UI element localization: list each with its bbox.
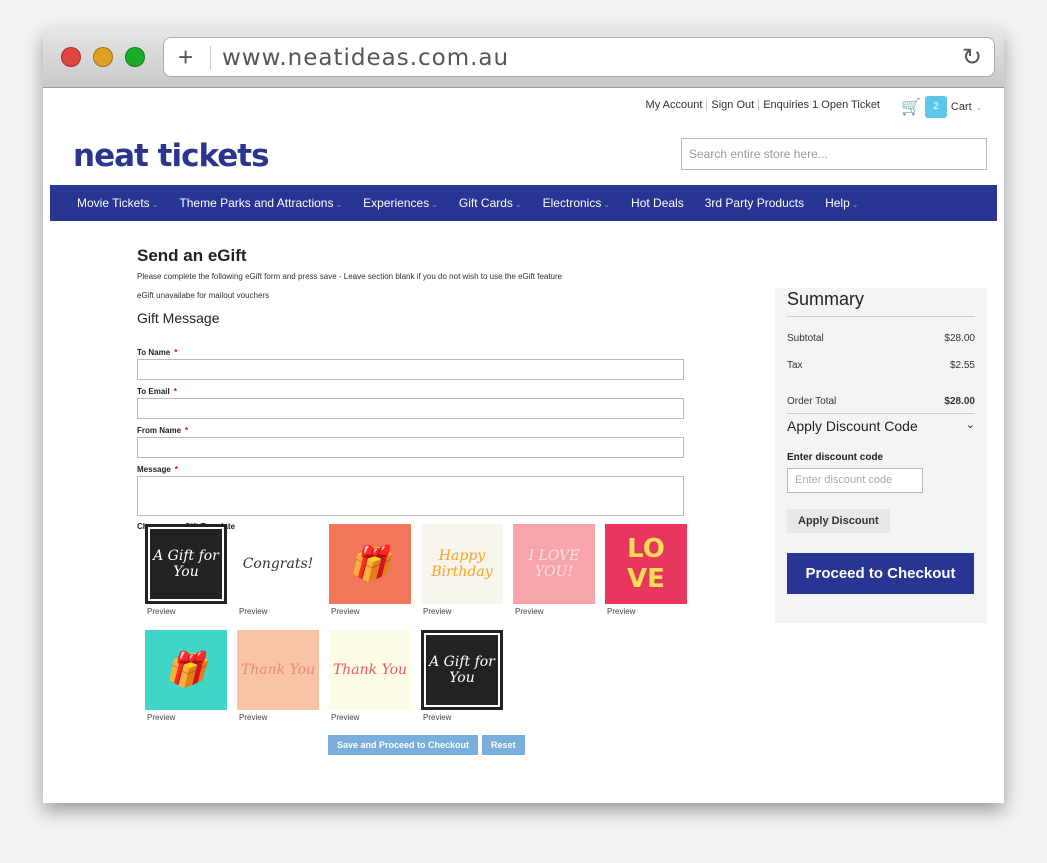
save-and-checkout-button[interactable]: Save and Proceed to Checkout: [328, 735, 479, 755]
preview-link[interactable]: Preview: [607, 607, 635, 616]
chevron-down-icon: ⌄: [965, 419, 975, 431]
nav-item[interactable]: Experiences ⌄: [363, 196, 438, 210]
order-summary: Summary Subtotal $28.00 Tax $2.55 Order To…: [775, 288, 987, 623]
account-links: My Account Sign Out Enquiries 1 Open Ticke…: [641, 99, 884, 111]
logo[interactable]: neat tickets: [73, 138, 270, 174]
chevron-down-icon: ⌄: [431, 200, 438, 209]
preview-link[interactable]: Preview: [331, 713, 359, 722]
egift-template-card[interactable]: I LOVE YOU!: [513, 524, 595, 604]
preview-link[interactable]: Preview: [147, 607, 175, 616]
from-name-label: From Name *: [137, 426, 189, 435]
form-actions: Save and Proceed to Checkout Reset: [328, 735, 525, 755]
apply-discount-button[interactable]: Apply Discount: [787, 509, 890, 533]
maximize-window-button[interactable]: [125, 47, 145, 67]
egift-template-card[interactable]: 🎁: [145, 630, 227, 710]
chevron-down-icon: ⌄: [975, 102, 983, 112]
minimize-window-button[interactable]: [93, 47, 113, 67]
chevron-down-icon: ⌄: [851, 200, 859, 209]
discount-input[interactable]: Enter discount code: [787, 468, 923, 493]
preview-link[interactable]: Preview: [239, 607, 267, 616]
cart-label: Cart: [950, 101, 972, 113]
egift-template-card[interactable]: LO VE: [605, 524, 687, 604]
tax-row: Tax $2.55: [787, 360, 975, 371]
egift-template-card[interactable]: Happy Birthday: [421, 524, 503, 604]
nav-item[interactable]: Theme Parks and Attractions ⌄: [179, 196, 342, 210]
message-textarea[interactable]: [137, 476, 684, 516]
preview-link[interactable]: Preview: [331, 607, 359, 616]
chevron-down-icon: ⌄: [514, 200, 522, 209]
from-name-input[interactable]: [137, 437, 684, 458]
url-text[interactable]: www.neatideas.com.au: [222, 45, 509, 71]
to-name-input[interactable]: [137, 359, 684, 380]
to-name-label: To Name *: [137, 348, 178, 357]
chevron-down-icon: ⌄: [603, 200, 611, 209]
reset-button[interactable]: Reset: [482, 735, 525, 755]
cart-icon: 🛒: [901, 99, 921, 116]
preview-link[interactable]: Preview: [423, 713, 451, 722]
nav-item[interactable]: Hot Deals: [631, 196, 684, 210]
summary-title: Summary: [787, 288, 975, 317]
egift-template-card[interactable]: A Gift for You: [421, 630, 503, 710]
egift-form: Send an eGift Please complete the follow…: [137, 246, 684, 533]
nav-item[interactable]: Movie Tickets ⌄: [77, 196, 158, 210]
egift-template-card[interactable]: 🎁: [329, 524, 411, 604]
plus-icon[interactable]: +: [178, 42, 193, 73]
chevron-down-icon: ⌄: [335, 200, 343, 209]
cart-count-badge: 2: [924, 96, 947, 118]
section-title: Gift Message: [137, 310, 220, 326]
egift-template-card[interactable]: Thank You: [237, 630, 319, 710]
nav-item[interactable]: Gift Cards ⌄: [459, 196, 522, 210]
egift-template-card[interactable]: Thank You: [329, 630, 411, 710]
preview-link[interactable]: Preview: [147, 713, 175, 722]
note: eGift unavailabe for mailout vouchers: [137, 291, 270, 300]
nav-item[interactable]: 3rd Party Products: [705, 196, 804, 210]
proceed-to-checkout-button[interactable]: Proceed to Checkout: [787, 553, 974, 594]
egift-template-card[interactable]: Congrats!: [237, 524, 319, 604]
enquiries-link[interactable]: Enquiries 1 Open Ticket: [759, 99, 884, 111]
message-label: Message *: [137, 465, 178, 474]
web-page: My Account Sign Out Enquiries 1 Open Ticke…: [43, 88, 1004, 803]
to-email-label: To Email *: [137, 387, 177, 396]
search-placeholder: Search entire store here...: [689, 147, 828, 161]
preview-link[interactable]: Preview: [239, 713, 267, 722]
search-input[interactable]: Search entire store here...: [681, 138, 987, 170]
page-title: Send an eGift: [137, 246, 247, 265]
address-bar[interactable]: + www.neatideas.com.au ↻: [163, 37, 995, 77]
cart-button[interactable]: 🛒 2 Cart ⌄: [901, 96, 982, 118]
close-window-button[interactable]: [61, 47, 81, 67]
main-nav: Movie Tickets ⌄ Theme Parks and Attraction…: [50, 185, 997, 221]
browser-toolbar: + www.neatideas.com.au ↻: [43, 28, 1004, 88]
egift-template-card[interactable]: A Gift for You: [145, 524, 227, 604]
discount-field-label: Enter discount code: [787, 452, 884, 463]
sign-out-link[interactable]: Sign Out: [707, 99, 760, 111]
preview-link[interactable]: Preview: [423, 607, 451, 616]
my-account-link[interactable]: My Account: [641, 99, 708, 111]
reload-icon[interactable]: ↻: [962, 43, 982, 72]
nav-item[interactable]: Help ⌄: [825, 196, 858, 210]
subtotal-row: Subtotal $28.00: [787, 333, 975, 344]
order-total-row: Order Total $28.00: [787, 396, 975, 407]
preview-link[interactable]: Preview: [515, 607, 543, 616]
discount-toggle[interactable]: Apply Discount Code ⌄: [787, 413, 975, 434]
nav-item[interactable]: Electronics ⌄: [543, 196, 610, 210]
chevron-down-icon: ⌄: [151, 200, 159, 209]
divider: [210, 46, 211, 70]
to-email-input[interactable]: [137, 398, 684, 419]
instructions: Please complete the following eGift form…: [137, 272, 563, 281]
browser-window: + www.neatideas.com.au ↻ My Account Sign …: [43, 28, 1004, 803]
